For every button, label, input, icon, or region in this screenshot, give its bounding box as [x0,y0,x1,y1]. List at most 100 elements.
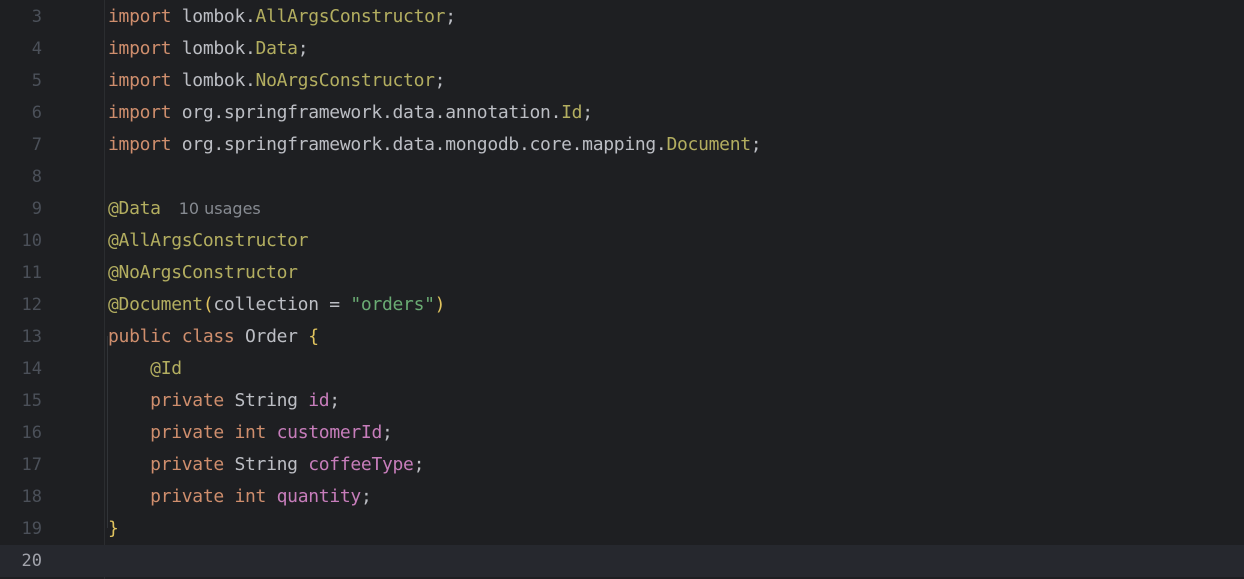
code-token: } [108,518,119,539]
line-number: 18 [21,487,42,507]
code-line[interactable]: 8 [0,161,1244,193]
code-token: Document [666,134,751,155]
code-line[interactable]: 19} [0,513,1244,545]
code-text[interactable]: @Document(collection = "orders") [108,289,446,321]
code-token: ) [434,294,446,315]
code-line[interactable]: 10 @AllArgsConstructor [0,225,1244,257]
code-line[interactable]: 18 private int quantity; [0,481,1244,513]
code-token: int [234,486,267,507]
code-token: private [150,390,224,411]
code-token: ; [360,486,372,507]
code-text[interactable]: } [108,513,119,545]
code-text[interactable]: private int customerId; [108,417,393,449]
code-token: @Id [150,358,182,379]
code-token: lombok. [171,6,256,27]
code-token: collection = [213,294,351,315]
line-number: 10 [21,231,42,251]
line-number: 7 [31,135,42,155]
line-number: 17 [21,455,42,475]
code-line[interactable]: 14 @Id [0,353,1244,385]
code-token: "orders" [350,294,435,315]
code-token: ; [382,422,393,443]
code-token: Id [561,102,583,123]
line-number: 3 [31,7,42,27]
code-token: public [108,326,172,347]
code-token: id [308,390,330,411]
code-token: @NoArgsConstructor [108,262,298,283]
code-token: import [108,134,172,155]
code-line[interactable]: 20 [0,545,1244,577]
code-token: String [223,390,309,411]
code-token: @AllArgsConstructor [108,230,309,251]
code-token: private [150,454,224,475]
line-number: 8 [31,167,42,187]
code-token: ; [445,6,456,27]
code-token: ; [413,454,425,475]
code-line[interactable]: 4 import lombok.Data; [0,33,1244,65]
code-token: import [108,70,172,91]
code-token: ; [329,390,340,411]
code-token: ; [750,134,762,155]
code-token: import [108,102,172,123]
code-text[interactable]: @Data 10 usages [108,193,261,225]
code-line[interactable]: 3 import lombok.AllArgsConstructor; [0,1,1244,33]
code-text[interactable]: private String id; [108,385,340,417]
code-text[interactable]: import org.springframework.data.annotati… [108,97,593,129]
code-line[interactable]: 11 @NoArgsConstructor [0,257,1244,289]
code-text[interactable]: import lombok.AllArgsConstructor; [108,1,456,33]
code-token: org.springframework.data.mongodb.core.ma… [171,134,667,155]
code-token: import [108,38,172,59]
line-number: 5 [31,71,42,91]
code-text[interactable]: import lombok.NoArgsConstructor; [108,65,446,97]
line-number: 13 [21,327,42,347]
code-token: lombok. [171,38,256,59]
code-line[interactable]: 7 import org.springframework.data.mongodb… [0,129,1244,161]
line-number: 6 [31,103,42,123]
code-token: private [150,486,224,507]
code-token: int [234,422,267,443]
code-token: private [150,422,224,443]
code-token: class [181,326,235,347]
line-number: 9 [31,199,42,219]
code-line[interactable]: 15 private String id; [0,385,1244,417]
code-token: NoArgsConstructor [255,70,435,91]
code-line[interactable]: 9 @Data 10 usages [0,193,1244,225]
code-token: ; [434,70,446,91]
code-line[interactable]: 6 import org.springframework.data.annotat… [0,97,1244,129]
code-text[interactable]: private int quantity; [108,481,372,513]
code-text[interactable]: private String coffeeType; [108,449,424,481]
line-number: 14 [21,359,42,379]
code-token: { [308,326,319,347]
code-token: org.springframework.data.annotation. [171,102,562,123]
code-token: quantity [276,486,362,507]
code-line[interactable]: 5 import lombok.NoArgsConstructor; [0,65,1244,97]
code-token: String [223,454,309,475]
code-text[interactable]: @AllArgsConstructor [108,225,309,257]
code-text[interactable]: @NoArgsConstructor [108,257,298,289]
line-number: 19 [21,519,42,539]
line-number: 11 [21,263,42,283]
code-token: AllArgsConstructor [255,6,446,27]
code-line[interactable]: 16 private int customerId; [0,417,1244,449]
code-token: ; [297,38,309,59]
code-text[interactable]: import org.springframework.data.mongodb.… [108,129,762,161]
usages-inlay-hint[interactable]: 10 usages [179,199,261,218]
code-line[interactable]: 17 private String coffeeType; [0,449,1244,481]
code-token: Data [255,38,298,59]
code-line[interactable]: 12 @Document(collection = "orders") [0,289,1244,321]
code-editor[interactable]: 3 import lombok.AllArgsConstructor; 4 impor… [0,0,1244,579]
code-text[interactable]: public class Order { [108,321,319,353]
code-token: customerId [276,422,383,443]
code-token: lombok. [171,70,256,91]
line-number: 20 [21,551,42,571]
code-line[interactable]: 13 public class Order { [0,321,1244,353]
code-text[interactable]: import lombok.Data; [108,33,309,65]
code-text[interactable]: @Id [108,353,182,385]
